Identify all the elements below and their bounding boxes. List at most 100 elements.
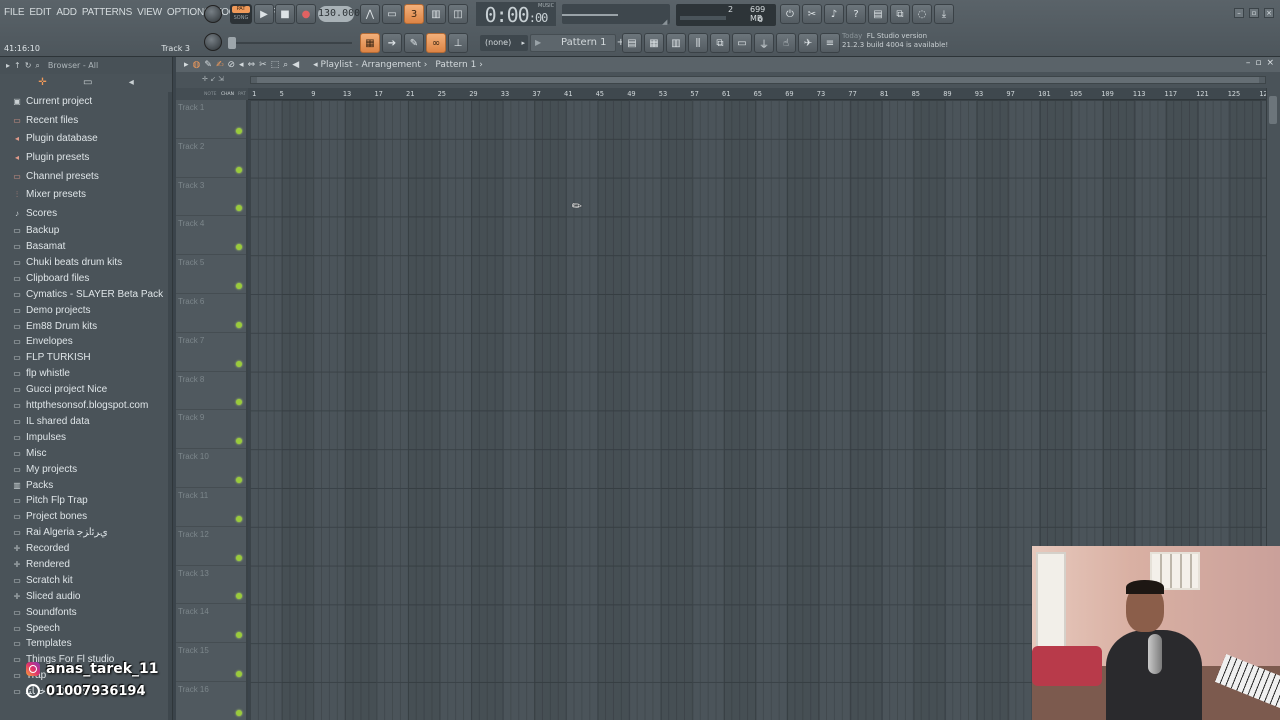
track-header[interactable]: Track 8 xyxy=(176,372,246,411)
playlist-nav-icons[interactable]: ✛ ↙ ⇲ xyxy=(202,75,224,83)
playlist-hscroll[interactable] xyxy=(250,76,1266,84)
stop-button[interactable]: ■ xyxy=(275,4,295,24)
browser-back-icon[interactable]: ↑ xyxy=(14,61,21,70)
browser-item[interactable]: ▭ FLP TURKISH xyxy=(0,350,172,366)
master-pitch-knob[interactable] xyxy=(204,33,222,51)
online-button[interactable]: ⏻ xyxy=(780,4,800,24)
play-button[interactable]: ▶ xyxy=(254,4,274,24)
browser-item[interactable]: ▭ IL shared data xyxy=(0,414,172,430)
time-ruler[interactable]: 1 5 9 13 17 21 25 29 33 37 41 45 49 53 57 61 65 69 73 77 81 8… xyxy=(248,88,1272,100)
channel-window-button[interactable]: ⧉ xyxy=(710,33,730,53)
browser-item[interactable]: ⫶ Mixer presets xyxy=(0,185,172,204)
track-mute-led-icon[interactable] xyxy=(236,282,242,289)
menu-view[interactable]: VIEW xyxy=(137,7,162,18)
slice-icon[interactable]: ✂ xyxy=(259,60,267,70)
link-button[interactable]: ∞ xyxy=(426,33,446,53)
track-header[interactable]: Track 10 xyxy=(176,449,246,488)
track-header[interactable]: Track 9 xyxy=(176,410,246,450)
pattern-song-toggle[interactable]: PAT SONG xyxy=(230,4,252,24)
browser-item[interactable]: ▭ My projects xyxy=(0,461,172,477)
track-mute-led-icon[interactable] xyxy=(236,476,242,483)
channel-rack-button[interactable]: ▥ xyxy=(666,33,686,53)
track-header[interactable]: Track 5 xyxy=(176,255,246,294)
tempo-display[interactable]: 130.000 xyxy=(318,6,360,22)
master-pitch-slider[interactable] xyxy=(228,37,352,49)
browser-item[interactable]: ▭ Backup xyxy=(0,223,172,239)
browser-item[interactable]: ◂ Plugin database xyxy=(0,129,172,148)
browser-speaker-icon[interactable]: ◂ xyxy=(129,77,134,88)
mute-icon[interactable]: ◂ xyxy=(239,60,244,70)
track-mute-led-icon[interactable] xyxy=(236,632,242,639)
browser-item[interactable]: ▭ Templates xyxy=(0,636,172,652)
mixer-button[interactable]: ⫼ xyxy=(688,33,708,53)
loop-record-button[interactable]: ◫ xyxy=(448,4,468,24)
countdown-button[interactable]: 3 xyxy=(404,4,424,24)
browser-item[interactable]: ▭ Basamat xyxy=(0,239,172,255)
track-mute-led-icon[interactable] xyxy=(236,127,242,134)
playback-icon[interactable]: ◀ xyxy=(292,60,299,70)
plugin-button[interactable]: ⧉ xyxy=(890,4,910,24)
slip-icon[interactable]: ⇔ xyxy=(248,60,256,70)
browser-item[interactable]: ▭ Channel presets xyxy=(0,167,172,186)
track-header[interactable]: Track 12 xyxy=(176,527,246,566)
mic-button[interactable]: ♪ xyxy=(824,4,844,24)
browser-item[interactable]: ▭ Chuki beats drum kits xyxy=(0,255,172,271)
arrow-button[interactable]: ➔ xyxy=(382,33,402,53)
track-header[interactable]: Track 15 xyxy=(176,643,246,682)
track-header[interactable]: Track 6 xyxy=(176,294,246,333)
pencil-button[interactable]: ✎ xyxy=(404,33,424,53)
browser-item[interactable]: ▭ Impulses xyxy=(0,429,172,445)
browser-item[interactable]: ▭ Pitch Flp Trap xyxy=(0,493,172,509)
browser-item[interactable]: ✛ Rendered xyxy=(0,557,172,573)
browser-menu-arrow-icon[interactable]: ▸ xyxy=(6,61,10,70)
minimize-icon[interactable]: – xyxy=(1234,8,1244,18)
download-button[interactable]: ⤓ xyxy=(934,4,954,24)
track-header[interactable]: Track 13 xyxy=(176,566,246,605)
track-mute-led-icon[interactable] xyxy=(236,670,242,677)
track-mute-led-icon[interactable] xyxy=(236,205,242,212)
track-mute-led-icon[interactable] xyxy=(236,554,242,561)
playlist-window-button[interactable]: ▤ xyxy=(622,33,642,53)
master-volume-meter[interactable]: ◢ xyxy=(562,4,670,26)
track-header[interactable]: Track 14 xyxy=(176,604,246,644)
touch-controller-button[interactable]: ☝ xyxy=(776,33,796,53)
playlist-close-icon[interactable]: × xyxy=(1266,58,1274,68)
browser-item[interactable]: ▥ Packs xyxy=(0,477,172,493)
zoom-icon[interactable]: ⌕ xyxy=(283,60,288,70)
browser-item[interactable]: ◂ Plugin presets xyxy=(0,148,172,167)
browser-item[interactable]: ▭ httpthesonsof.blogspot.com xyxy=(0,398,172,414)
select-icon[interactable]: ⬚ xyxy=(271,60,280,70)
wait-input-button[interactable]: ▭ xyxy=(382,4,402,24)
browser-item[interactable]: ▭ Soundfonts xyxy=(0,604,172,620)
track-header[interactable]: Track 3 xyxy=(176,178,246,217)
track-mute-led-icon[interactable] xyxy=(236,399,242,406)
browser-search-icon[interactable]: ⌕ xyxy=(35,61,39,71)
track-mute-led-icon[interactable] xyxy=(236,515,242,522)
playlist-minimize-icon[interactable]: – xyxy=(1246,58,1251,68)
snap-select[interactable]: (none) xyxy=(480,35,528,51)
paint-icon[interactable]: ✍ xyxy=(216,60,224,70)
track-header[interactable]: Track 2 xyxy=(176,139,246,178)
close-icon[interactable]: × xyxy=(1264,8,1274,18)
browser-item[interactable]: ▭ Envelopes xyxy=(0,334,172,350)
browser-button[interactable]: ▭ xyxy=(732,33,752,53)
browser-item[interactable]: ▭ Clipboard files xyxy=(0,270,172,286)
track-mute-led-icon[interactable] xyxy=(236,321,242,328)
magnet-icon[interactable]: ◍ xyxy=(193,60,201,70)
browser-file-icon[interactable]: ▭ xyxy=(83,77,92,88)
browser-item[interactable]: ▭ Em88 Drum kits xyxy=(0,318,172,334)
save-button[interactable]: ▤ xyxy=(868,4,888,24)
browser-item[interactable]: ▭ Scratch kit xyxy=(0,572,172,588)
browser-item[interactable]: ▣ Current project xyxy=(0,92,172,111)
browser-item[interactable]: ▭ Misc xyxy=(0,445,172,461)
menu-edit[interactable]: EDIT xyxy=(29,7,51,18)
playlist-pattern[interactable]: Pattern 1 › xyxy=(435,60,482,70)
delete-icon[interactable]: ⊘ xyxy=(227,60,235,70)
blend-notes-button[interactable]: ▥ xyxy=(426,4,446,24)
browser-item[interactable]: ✛ Recorded xyxy=(0,541,172,557)
maximize-icon[interactable]: ▫ xyxy=(1249,8,1259,18)
news-panel[interactable]: Today FL Studio version 21.2.3 build 400… xyxy=(842,32,952,54)
browser-refresh-icon[interactable]: ↻ xyxy=(25,61,32,70)
plugin-picker-button[interactable]: ⏚ xyxy=(754,33,774,53)
browser-item[interactable]: ▭ Rai Algeria ﻱﺮﺋﺍﺰﺟ xyxy=(0,525,172,541)
